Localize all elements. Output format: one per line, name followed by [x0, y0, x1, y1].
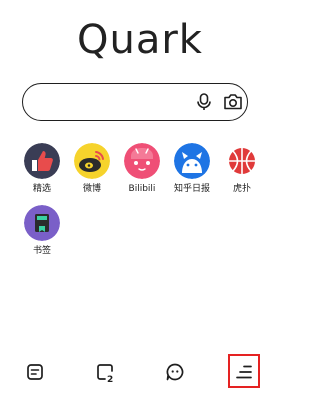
quark-logo: Quark [77, 17, 203, 63]
weibo-icon [74, 143, 110, 179]
shortcut-label: 精选 [32, 184, 51, 194]
shortcut-label: 知乎日报 [173, 184, 210, 194]
tab-count-badge: 2 [107, 375, 113, 385]
assistant-button[interactable] [161, 358, 189, 386]
news-feed-icon [27, 364, 43, 380]
assistant-icon [166, 363, 184, 381]
news-feed-button[interactable] [21, 358, 49, 386]
bilibili-icon [124, 143, 160, 179]
shortcut-label: 书签 [32, 246, 51, 256]
shortcut-label: 虎扑 [232, 184, 251, 194]
search-input[interactable] [35, 90, 189, 116]
tabs-button[interactable]: 2 [91, 358, 119, 386]
hupu-icon [224, 143, 260, 179]
shortcut-hupu[interactable]: 虎扑 [217, 143, 267, 195]
thumbs-up-icon [24, 143, 60, 179]
shortcut-jingxuan[interactable]: 精选 [17, 143, 67, 195]
shortcut-bilibili[interactable]: Bilibili [117, 143, 167, 195]
shortcut-zhihu-daily[interactable]: 知乎日报 [167, 143, 217, 195]
shortcut-weibo[interactable]: 微博 [67, 143, 117, 195]
camera-icon[interactable] [222, 92, 244, 112]
microphone-icon[interactable] [194, 92, 214, 112]
quark-home-page: Quark 精选 微博 Bilibili 知乎日报 虎扑 书签 2 [0, 0, 280, 396]
zhihu-daily-icon [174, 143, 210, 179]
menu-highlight-box [228, 354, 260, 388]
search-bar[interactable] [22, 83, 248, 121]
shortcut-label: 微博 [82, 184, 101, 194]
tabs-icon: 2 [97, 364, 113, 385]
shortcut-bookmarks[interactable]: 书签 [17, 205, 67, 257]
bookmark-icon [24, 205, 60, 241]
shortcut-label: Bilibili [128, 184, 156, 194]
